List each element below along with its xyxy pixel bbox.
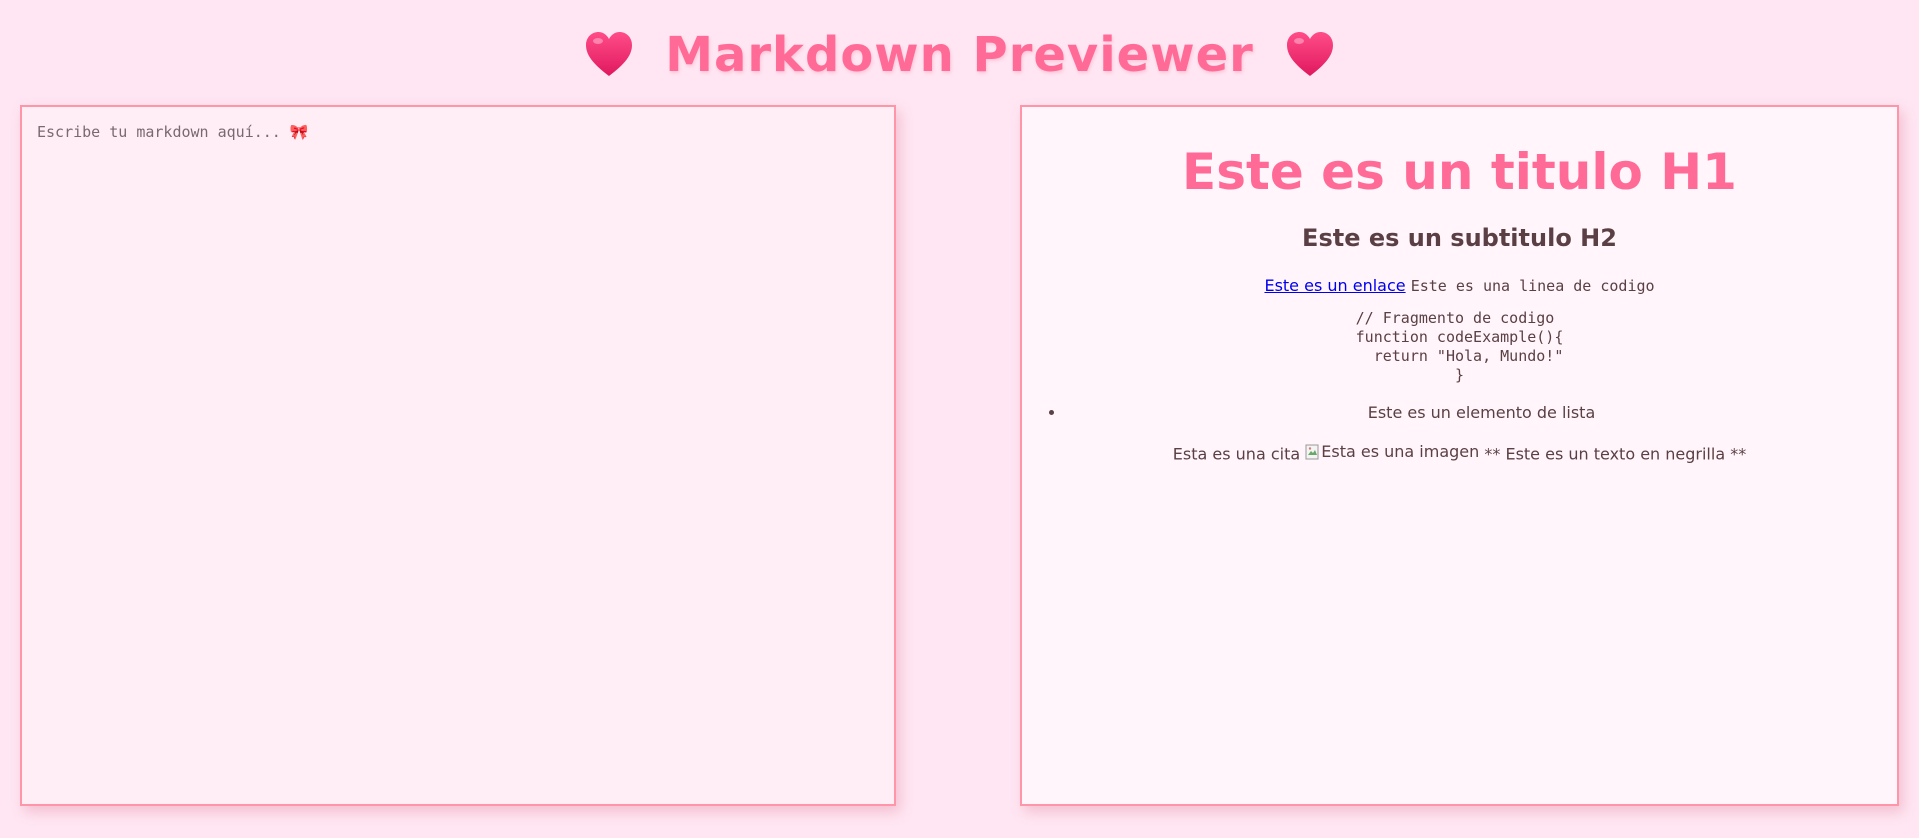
preview-h1: Este es un titulo H1	[1182, 143, 1737, 201]
preview-list: Este es un elemento de lista	[1022, 403, 1897, 422]
preview-inline-code: Este es una linea de codigo	[1410, 277, 1655, 295]
preview-code-block: // Fragmento de codigo function codeExam…	[1355, 309, 1564, 384]
preview-quote: Esta es una cita	[1172, 444, 1301, 464]
preview-panel: Este es un titulo H1 Este es un subtitul…	[1020, 105, 1899, 806]
preview-h2: Este es un subtitulo H2	[1302, 224, 1617, 252]
preview-content: Este es un titulo H1 Este es un subtitul…	[1022, 107, 1897, 464]
heart-icon	[586, 32, 633, 76]
broken-image-icon	[1305, 444, 1319, 459]
preview-link[interactable]: Este es un enlace	[1264, 276, 1405, 295]
preview-bold-text: ** Este es un texto en negrilla **	[1484, 444, 1747, 464]
preview-link-line: Este es un enlace Este es una linea de c…	[1022, 276, 1897, 295]
markdown-editor[interactable]	[22, 107, 894, 804]
app-header: Markdown Previewer	[0, 22, 1919, 88]
preview-image: Esta es una imagen	[1305, 442, 1479, 461]
preview-quote-line: Esta es una cita Esta es una imagen ** E…	[1022, 442, 1897, 464]
heart-icon	[1286, 32, 1333, 76]
editor-panel	[20, 105, 896, 806]
list-item: Este es un elemento de lista	[1066, 403, 1897, 422]
image-alt-text: Esta es una imagen	[1321, 442, 1480, 461]
app-title: Markdown Previewer	[665, 27, 1254, 83]
